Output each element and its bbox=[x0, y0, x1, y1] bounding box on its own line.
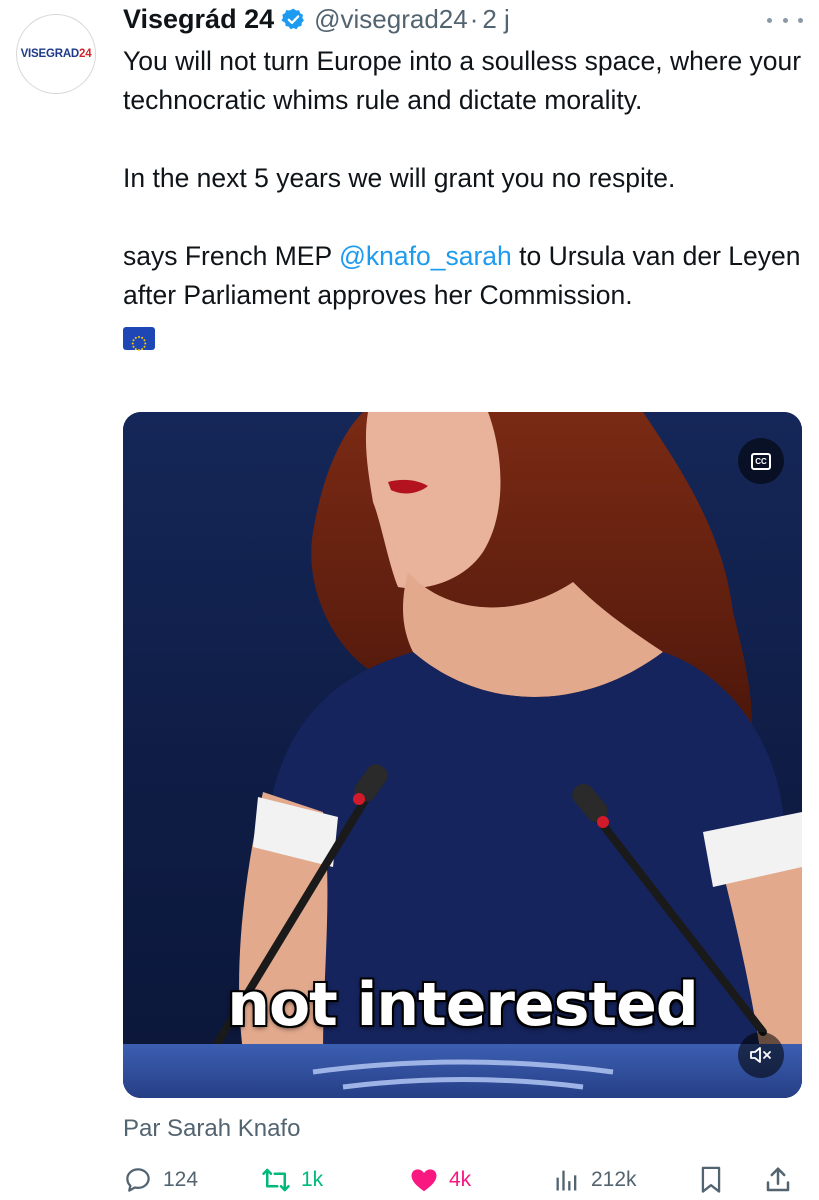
flag-line bbox=[123, 315, 813, 359]
eu-flag-icon bbox=[123, 326, 155, 351]
tweet: VISEGRAD24 Visegrád 24 @visegrad24 · 2 j… bbox=[0, 0, 819, 1200]
captions-icon: CC bbox=[751, 452, 771, 470]
avatar-logo-main: VISEGRAD bbox=[20, 48, 80, 60]
tweet-paragraph-2: In the next 5 years we will grant you no… bbox=[123, 163, 676, 193]
bookmark-icon bbox=[701, 1166, 721, 1193]
views-button[interactable]: 212k bbox=[553, 1160, 637, 1200]
share-icon bbox=[766, 1167, 790, 1192]
timestamp[interactable]: 2 j bbox=[482, 4, 509, 35]
reply-icon bbox=[126, 1168, 150, 1192]
muted-speaker-icon bbox=[750, 1047, 771, 1063]
tweet-paragraph-3-start: says French MEP bbox=[123, 241, 339, 271]
heart-icon bbox=[411, 1169, 437, 1192]
display-name[interactable]: Visegrád 24 bbox=[123, 4, 274, 35]
video-attribution[interactable]: Par Sarah Knafo bbox=[123, 1115, 300, 1143]
video-player[interactable]: CC not interested bbox=[123, 412, 802, 1098]
verified-badge-icon bbox=[281, 7, 306, 32]
like-count: 4k bbox=[449, 1168, 472, 1191]
handle[interactable]: @visegrad24 bbox=[314, 4, 468, 35]
tweet-paragraph-1: You will not turn Europe into a soulless… bbox=[123, 46, 802, 115]
tweet-text: You will not turn Europe into a soulless… bbox=[123, 42, 813, 359]
reply-count: 124 bbox=[163, 1168, 199, 1191]
mention-link[interactable]: @knafo_sarah bbox=[339, 241, 512, 271]
captions-button[interactable]: CC bbox=[738, 438, 784, 484]
video-caption: not interested bbox=[227, 970, 698, 1040]
tweet-paragraph-3: says French MEP @knafo_sarah to Ursula v… bbox=[123, 237, 813, 315]
avatar[interactable]: VISEGRAD24 bbox=[16, 14, 96, 94]
views-icon bbox=[556, 1170, 577, 1191]
repost-button[interactable]: 1k bbox=[261, 1160, 323, 1200]
repost-count: 1k bbox=[301, 1168, 324, 1191]
separator-dot: · bbox=[469, 3, 479, 34]
avatar-logo-accent: 24 bbox=[79, 48, 92, 60]
share-button[interactable] bbox=[763, 1160, 793, 1200]
like-button[interactable]: 4k bbox=[409, 1160, 471, 1200]
reply-button[interactable]: 124 bbox=[123, 1160, 198, 1200]
bookmark-button[interactable] bbox=[697, 1160, 725, 1200]
action-bar: 124 1k 4k 212k bbox=[123, 1160, 803, 1200]
tweet-header: Visegrád 24 @visegrad24 · 2 j bbox=[123, 0, 803, 38]
more-options-icon[interactable] bbox=[767, 8, 803, 32]
mute-button[interactable] bbox=[738, 1032, 784, 1078]
avatar-logo: VISEGRAD24 bbox=[21, 48, 92, 60]
views-count: 212k bbox=[591, 1168, 637, 1191]
repost-icon bbox=[262, 1168, 290, 1192]
